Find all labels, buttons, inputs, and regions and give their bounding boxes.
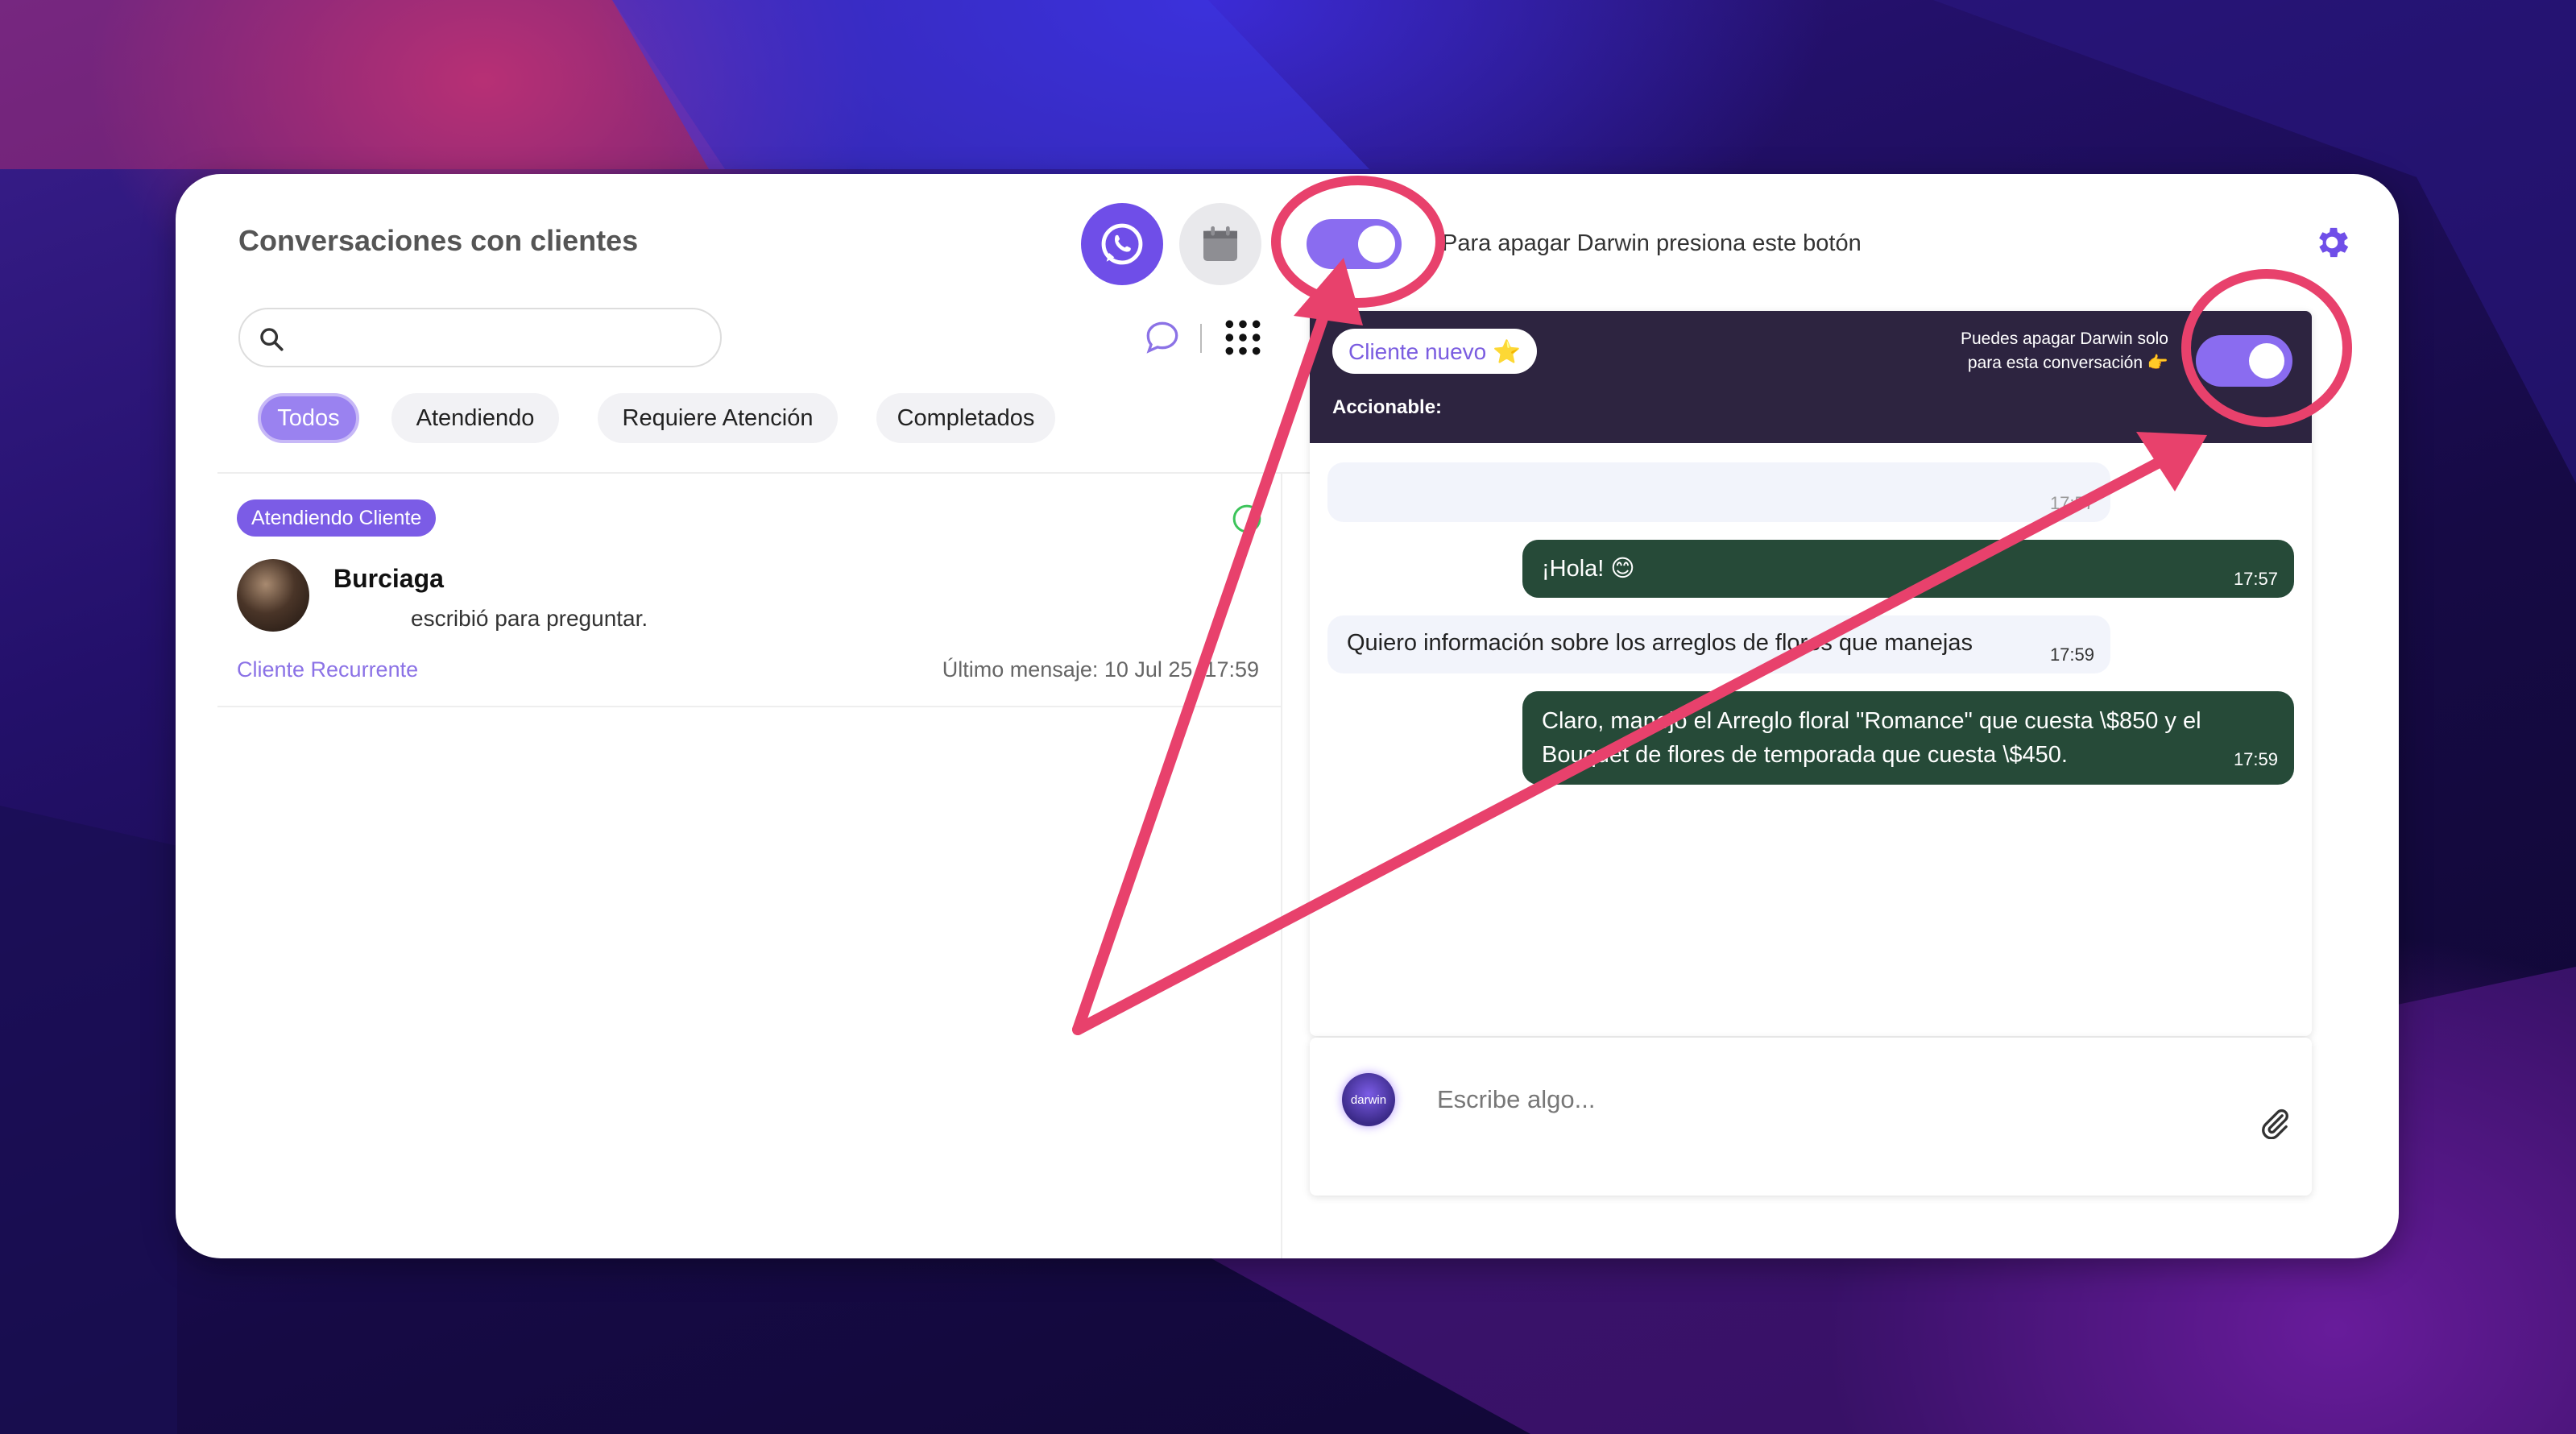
search-box — [238, 308, 722, 367]
client-status-pill[interactable]: Cliente nuevo ⭐ — [1332, 329, 1537, 374]
app-window: Conversaciones con clientes Para apagar … — [176, 174, 2399, 1258]
tab-todos[interactable]: Todos — [258, 393, 359, 443]
darwin-global-toggle[interactable] — [1307, 219, 1402, 269]
chat-message-bot: ¡Hola! 😊 17:57 — [1522, 540, 2294, 598]
avatar[interactable] — [237, 559, 309, 632]
chat-message-client: 17:57 — [1327, 462, 2110, 522]
toolbar-separator — [1200, 324, 1202, 353]
message-time: 17:57 — [2049, 493, 2094, 513]
message-preview: escribió para preguntar. — [411, 606, 648, 631]
chat-message-bot: Claro, manejo el Arreglo floral "Romance… — [1522, 691, 2294, 785]
message-time: 17:59 — [2049, 644, 2094, 665]
whatsapp-channel-icon — [1232, 504, 1261, 533]
message-composer: darwin — [1310, 1038, 2312, 1196]
list-divider — [217, 472, 1458, 474]
chat-message-client: Quiero información sobre los arreglos de… — [1327, 615, 2110, 673]
message-text: Claro, manejo el Arreglo floral "Romance… — [1542, 708, 2201, 768]
search-icon — [260, 328, 284, 351]
tab-atendiendo[interactable]: Atendiendo — [391, 393, 559, 443]
toggle-knob — [2249, 343, 2284, 379]
chat-panel: Cliente nuevo ⭐ Accionable: Puedes apaga… — [1310, 311, 2312, 1036]
whatsapp-button[interactable] — [1081, 203, 1163, 285]
toggle-hint: Para apagar Darwin presiona este botón — [1442, 230, 1862, 256]
page-title: Conversaciones con clientes — [238, 224, 639, 257]
search-input[interactable] — [304, 316, 710, 363]
whatsapp-icon — [1101, 223, 1143, 265]
chat-header: Cliente nuevo ⭐ Accionable: Puedes apaga… — [1310, 311, 2312, 443]
message-time: 17:57 — [2233, 569, 2278, 589]
paperclip-icon[interactable] — [2259, 1107, 2291, 1139]
message-time: 17:59 — [2233, 749, 2278, 769]
toggle-knob — [1358, 226, 1395, 263]
actionable-label: Accionable: — [1332, 396, 1443, 418]
conversation-darwin-toggle[interactable] — [2196, 335, 2292, 387]
tab-completados[interactable]: Completados — [876, 393, 1055, 443]
contact-name[interactable]: Burciaga — [333, 564, 444, 594]
apps-grid-icon[interactable] — [1223, 317, 1263, 358]
message-text: Quiero información sobre los arreglos de… — [1347, 630, 1973, 656]
list-item-divider — [217, 706, 1281, 707]
message-input[interactable] — [1435, 1075, 2164, 1125]
calendar-icon — [1203, 226, 1237, 261]
last-message-time: Último mensaje: 10 Jul 25, 17:59 — [942, 657, 1259, 682]
calendar-button[interactable] — [1179, 203, 1261, 285]
message-text: ¡Hola! 😊 — [1542, 556, 1635, 582]
conversation-toggle-note: Puedes apagar Darwin solo para esta conv… — [1961, 329, 2168, 372]
status-badge: Atendiendo Cliente — [237, 499, 437, 537]
panel-divider — [1281, 472, 1282, 1258]
gear-icon[interactable] — [2312, 222, 2352, 263]
chat-bubble-icon[interactable] — [1142, 317, 1182, 358]
client-type-tag: Cliente Recurrente — [237, 657, 419, 682]
darwin-logo: darwin — [1342, 1073, 1395, 1126]
tab-requiere-atencion[interactable]: Requiere Atención — [598, 393, 838, 443]
